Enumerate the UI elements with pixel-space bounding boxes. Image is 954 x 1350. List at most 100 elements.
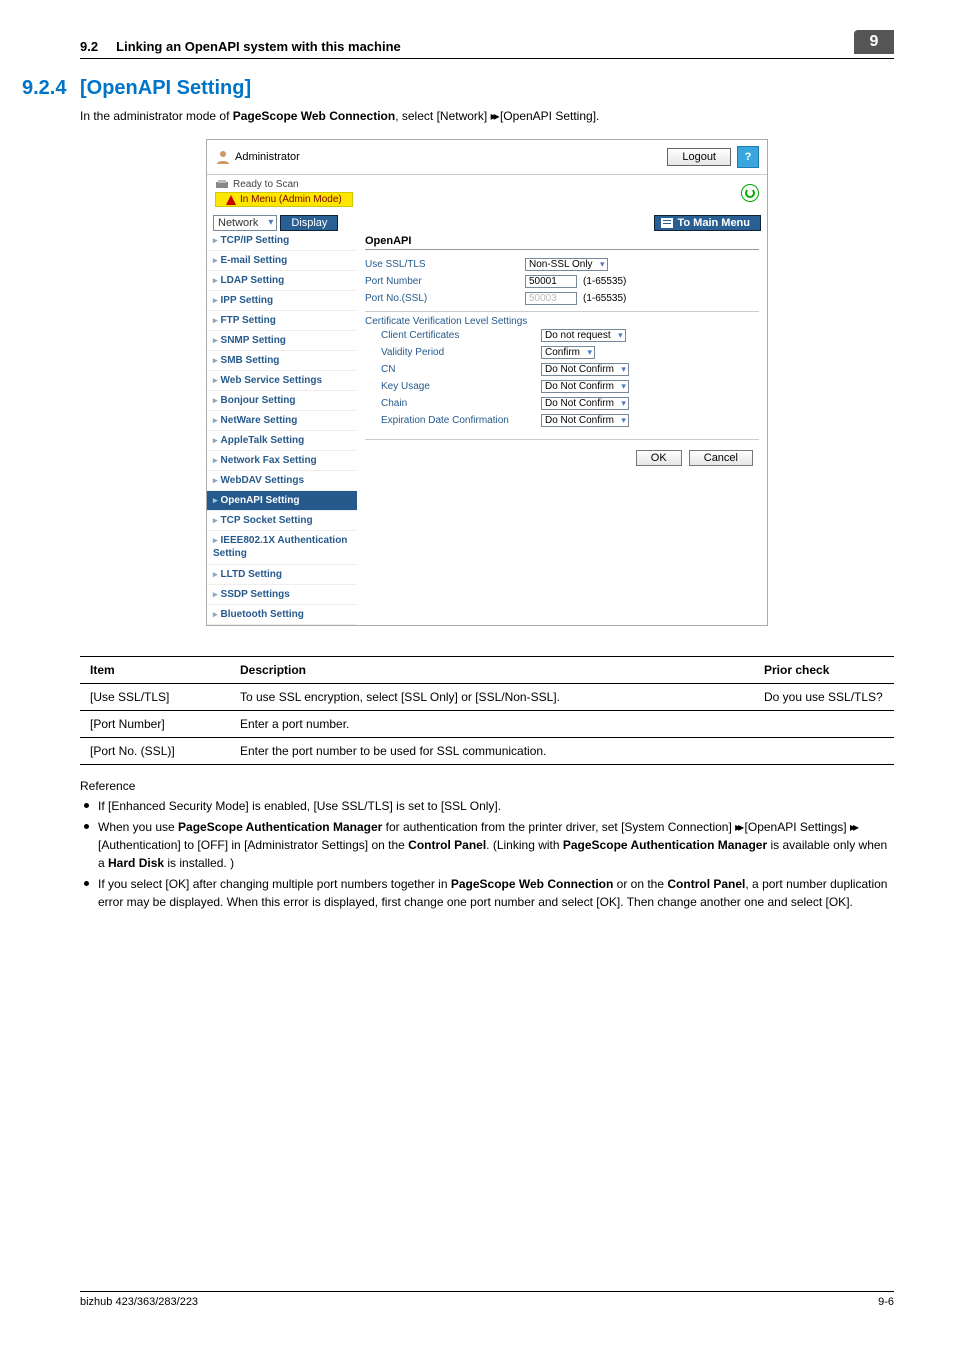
- input-port-ssl[interactable]: 50003: [525, 292, 577, 305]
- ok-button[interactable]: OK: [636, 450, 682, 466]
- sidebar-item[interactable]: ▸SNMP Setting: [207, 331, 357, 351]
- label-cn: CN: [365, 364, 541, 375]
- subsection-title: [OpenAPI Setting]: [80, 77, 251, 100]
- label-key-usage: Key Usage: [365, 381, 541, 392]
- sidebar-item-label: WebDAV Settings: [221, 475, 305, 486]
- field-port-number: Port Number 50001 (1-65535): [365, 273, 759, 290]
- select-chain[interactable]: Do Not Confirm: [541, 397, 629, 410]
- warning-icon: [226, 195, 236, 205]
- table-row: [Port Number]Enter a port number.: [80, 711, 894, 738]
- sidebar-item-label: IEEE802.1X Authentication Setting: [213, 535, 347, 559]
- th-item: Item: [80, 657, 230, 684]
- page-footer: bizhub 423/363/283/223 9-6: [80, 1291, 894, 1308]
- sidebar-item[interactable]: ▸FTP Setting: [207, 311, 357, 331]
- field-validity: Validity Period Confirm: [365, 344, 759, 361]
- embedded-screenshot: Administrator Logout ? Ready to Scan In …: [206, 139, 768, 626]
- sidebar-item-label: FTP Setting: [221, 315, 276, 326]
- sidebar-item[interactable]: ▸LDAP Setting: [207, 271, 357, 291]
- sidebar-item[interactable]: ▸TCP Socket Setting: [207, 511, 357, 531]
- category-select[interactable]: Network: [213, 215, 277, 231]
- sidebar-item-label: LLTD Setting: [221, 569, 282, 580]
- sidebar-item[interactable]: ▸AppleTalk Setting: [207, 431, 357, 451]
- sidebar-item[interactable]: ▸WebDAV Settings: [207, 471, 357, 491]
- table-cell: [754, 738, 894, 765]
- sidebar-item[interactable]: ▸LLTD Setting: [207, 565, 357, 585]
- sidebar-item[interactable]: ▸OpenAPI Setting: [207, 491, 357, 511]
- select-key-usage[interactable]: Do Not Confirm: [541, 380, 629, 393]
- sidebar-item-label: Bluetooth Setting: [221, 609, 304, 620]
- chapter-number-badge: 9: [854, 30, 894, 54]
- input-port-number[interactable]: 50001: [525, 275, 577, 288]
- field-cn: CN Do Not Confirm: [365, 361, 759, 378]
- main-menu-button[interactable]: To Main Menu: [654, 215, 761, 231]
- sidebar-item-label: SNMP Setting: [221, 335, 286, 346]
- sidebar-item[interactable]: ▸TCP/IP Setting: [207, 231, 357, 251]
- page-header: 9.2 Linking an OpenAPI system with this …: [80, 30, 894, 59]
- sidebar-item[interactable]: ▸E-mail Setting: [207, 251, 357, 271]
- footer-page-no: 9-6: [878, 1296, 894, 1308]
- status-menu-mode: In Menu (Admin Mode): [215, 192, 353, 207]
- sidebar-item[interactable]: ▸Bonjour Setting: [207, 391, 357, 411]
- triangle-icon: ▸: [213, 235, 218, 245]
- cancel-button[interactable]: Cancel: [689, 450, 753, 466]
- select-validity[interactable]: Confirm: [541, 346, 595, 359]
- triangle-icon: ▸: [213, 395, 218, 405]
- triangle-icon: ▸: [213, 455, 218, 465]
- intro-paragraph: In the administrator mode of PageScope W…: [80, 108, 894, 125]
- display-button[interactable]: Display: [280, 215, 338, 231]
- label-validity: Validity Period: [365, 347, 541, 358]
- sidebar-item[interactable]: ▸Network Fax Setting: [207, 451, 357, 471]
- triangle-icon: ▸: [213, 415, 218, 425]
- table-cell: Do you use SSL/TLS?: [754, 684, 894, 711]
- intro-post: [OpenAPI Setting].: [497, 109, 600, 123]
- main-menu-label: To Main Menu: [677, 217, 750, 229]
- sidebar-item[interactable]: ▸SSDP Settings: [207, 585, 357, 605]
- select-cn[interactable]: Do Not Confirm: [541, 363, 629, 376]
- range-port-ssl: (1-65535): [583, 293, 626, 304]
- sidebar-item-label: E-mail Setting: [221, 255, 288, 266]
- sidebar-item[interactable]: ▸IEEE802.1X Authentication Setting: [207, 531, 357, 565]
- sidebar-item[interactable]: ▸SMB Setting: [207, 351, 357, 371]
- sidebar-item-label: Web Service Settings: [221, 375, 323, 386]
- refresh-button[interactable]: [741, 184, 759, 202]
- table-cell: To use SSL encryption, select [SSL Only]…: [230, 684, 754, 711]
- table-cell: [Use SSL/TLS]: [80, 684, 230, 711]
- th-prior: Prior check: [754, 657, 894, 684]
- field-port-ssl: Port No.(SSL) 50003 (1-65535): [365, 290, 759, 307]
- subsection-number: 9.2.4: [22, 77, 80, 100]
- printer-icon: [215, 180, 229, 190]
- triangle-icon: ▸: [213, 355, 218, 365]
- sidebar-item-label: OpenAPI Setting: [221, 495, 300, 506]
- main-menu-icon: [661, 218, 673, 228]
- logout-button[interactable]: Logout: [667, 148, 731, 166]
- reference-list: If [Enhanced Security Mode] is enabled, …: [80, 797, 894, 911]
- triangle-icon: ▸: [213, 295, 218, 305]
- status-mode-text: In Menu (Admin Mode): [240, 194, 342, 205]
- triangle-icon: ▸: [213, 435, 218, 445]
- triangle-icon: ▸: [213, 275, 218, 285]
- sidebar: ▸TCP/IP Setting▸E-mail Setting▸LDAP Sett…: [207, 231, 357, 625]
- intro-mid: , select [Network]: [395, 109, 490, 123]
- help-button[interactable]: ?: [737, 146, 759, 168]
- select-use-ssl[interactable]: Non-SSL Only: [525, 258, 608, 271]
- select-client-cert[interactable]: Do not request: [541, 329, 626, 342]
- reference-item-2: When you use PageScope Authentication Ma…: [80, 818, 894, 872]
- table-row: [Use SSL/TLS]To use SSL encryption, sele…: [80, 684, 894, 711]
- sidebar-item-label: SMB Setting: [221, 355, 280, 366]
- triangle-icon: ▸: [213, 255, 218, 265]
- table-cell: [754, 711, 894, 738]
- label-expire: Expiration Date Confirmation: [365, 415, 541, 426]
- footer-model: bizhub 423/363/283/223: [80, 1296, 198, 1308]
- select-expire[interactable]: Do Not Confirm: [541, 414, 629, 427]
- sidebar-item[interactable]: ▸Bluetooth Setting: [207, 605, 357, 625]
- range-port-number: (1-65535): [583, 276, 626, 287]
- intro-bold-product: PageScope Web Connection: [233, 109, 395, 123]
- sidebar-item[interactable]: ▸IPP Setting: [207, 291, 357, 311]
- field-use-ssl: Use SSL/TLS Non-SSL Only: [365, 256, 759, 273]
- triangle-icon: ▸: [213, 515, 218, 525]
- sidebar-item[interactable]: ▸Web Service Settings: [207, 371, 357, 391]
- table-cell: Enter the port number to be used for SSL…: [230, 738, 754, 765]
- panel-heading: OpenAPI: [365, 235, 759, 250]
- header-section-no: 9.2: [80, 39, 98, 54]
- sidebar-item[interactable]: ▸NetWare Setting: [207, 411, 357, 431]
